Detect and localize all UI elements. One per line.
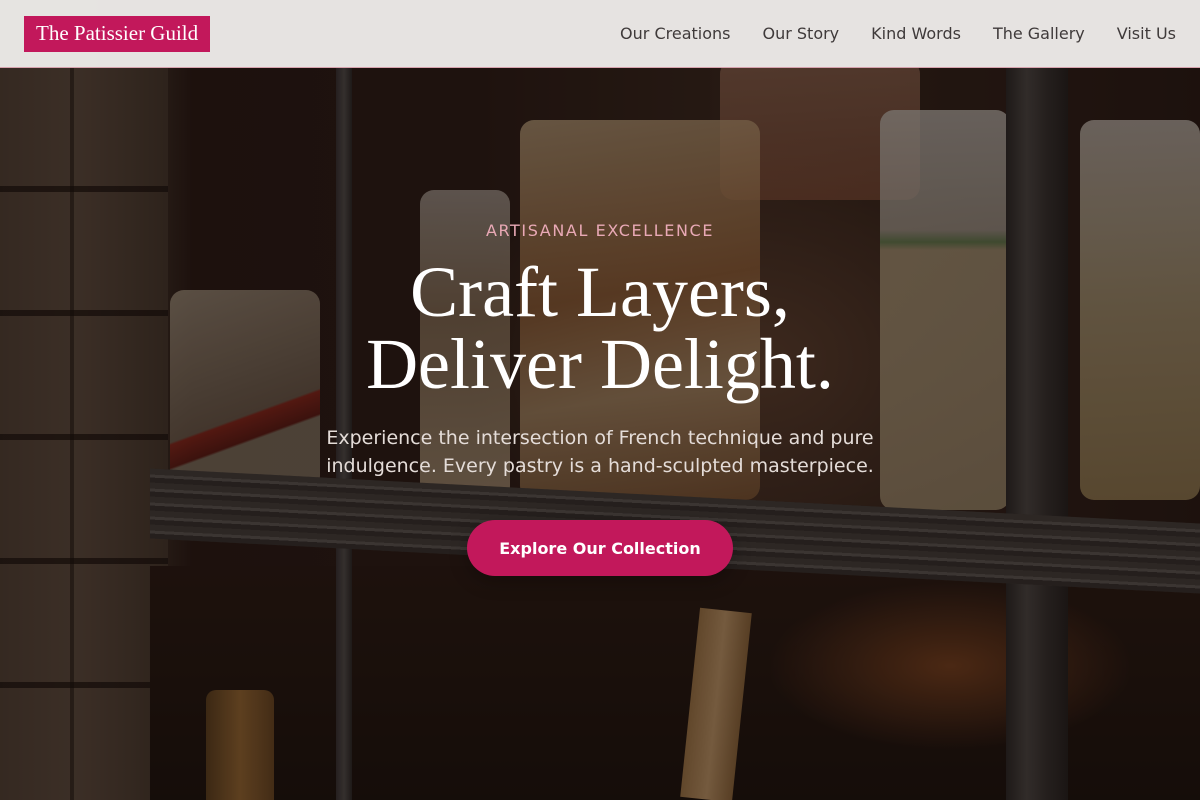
hero-headline: Craft Layers, Deliver Delight. xyxy=(366,256,834,400)
explore-collection-button[interactable]: Explore Our Collection xyxy=(467,520,733,576)
hero-eyebrow: ARTISANAL EXCELLENCE xyxy=(485,221,715,240)
nav-link-visit-us[interactable]: Visit Us xyxy=(1117,24,1176,43)
hero-subtext: Experience the intersection of French te… xyxy=(326,427,874,477)
main-nav: Our Creations Our Story Kind Words The G… xyxy=(620,24,1176,43)
nav-link-our-creations[interactable]: Our Creations xyxy=(620,24,730,43)
hero-headline-line-2: Deliver Delight. xyxy=(366,324,834,404)
hero-section: ARTISANAL EXCELLENCE Craft Layers, Deliv… xyxy=(0,0,1200,800)
top-navbar: The Patissier Guild Our Creations Our St… xyxy=(0,0,1200,68)
nav-link-kind-words[interactable]: Kind Words xyxy=(871,24,961,43)
hero-headline-line-1: Craft Layers, xyxy=(410,252,790,332)
brand-logo[interactable]: The Patissier Guild xyxy=(24,15,211,52)
nav-link-our-story[interactable]: Our Story xyxy=(762,24,839,43)
nav-link-the-gallery[interactable]: The Gallery xyxy=(993,24,1085,43)
